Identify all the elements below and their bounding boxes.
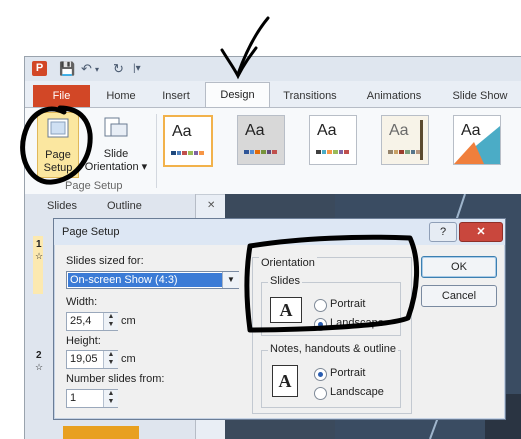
theme-accent-bar: [420, 120, 423, 160]
orientation-label: Orientation: [259, 257, 317, 269]
number-spin-icon[interactable]: ▲ ▼: [103, 390, 118, 407]
width-unit: cm: [121, 315, 136, 327]
slide-orientation-label-2: Orientation ▾: [84, 161, 148, 173]
theme-5[interactable]: Aa: [453, 115, 501, 165]
notes-landscape-radio[interactable]: [314, 387, 327, 400]
landscape-document-icon: A: [270, 297, 302, 323]
page-setup-button[interactable]: Page Setup: [37, 112, 79, 178]
theme-office[interactable]: Aa: [163, 115, 213, 167]
width-stepper[interactable]: 25,4 ▲ ▼: [66, 312, 118, 331]
undo-dropdown-icon[interactable]: ▾: [95, 65, 99, 74]
slide-2-star-icon: ☆: [35, 362, 44, 372]
theme-4[interactable]: Aa: [381, 115, 429, 165]
notes-portrait-label[interactable]: Portrait: [330, 367, 365, 379]
tab-file[interactable]: File: [33, 85, 90, 107]
pane-close-icon[interactable]: ✕: [207, 197, 215, 215]
portrait-document-icon: A: [272, 365, 298, 397]
theme-colors: [316, 150, 350, 154]
slide-orientation-icon: [104, 117, 128, 137]
ribbon-tabs: File Home Insert Design Transitions Anim…: [25, 81, 521, 108]
save-icon[interactable]: 💾: [59, 61, 75, 77]
dialog-titlebar: Page Setup ? ✕: [54, 219, 505, 245]
quick-access-toolbar: P 💾 ↶ ▾ ↻ |▾: [25, 57, 521, 81]
slides-sized-for-select[interactable]: On-screen Show (4:3) ▼: [66, 271, 239, 289]
notes-orientation-label: Notes, handouts & outline: [268, 343, 398, 355]
orientation-group: Orientation Slides A Portrait Landscape …: [252, 257, 412, 414]
theme-glyph: Aa: [461, 122, 481, 139]
slides-landscape-radio[interactable]: [314, 318, 327, 331]
slides-portrait-radio[interactable]: [314, 299, 327, 312]
slides-landscape-label[interactable]: Landscape: [330, 317, 384, 329]
height-stepper[interactable]: 19,05 ▲ ▼: [66, 350, 118, 369]
ok-button[interactable]: OK: [421, 256, 497, 278]
close-button[interactable]: ✕: [459, 222, 503, 242]
powerpoint-logo-icon: P: [32, 61, 47, 76]
height-unit: cm: [121, 353, 136, 365]
dialog-title: Page Setup: [62, 226, 120, 238]
slide-orientation-button[interactable]: Slide Orientation ▾: [83, 112, 149, 176]
number-slides-from-label: Number slides from:: [66, 373, 165, 385]
page-setup-group-label: Page Setup: [65, 180, 123, 192]
slide-2-thumbnail[interactable]: [63, 426, 139, 439]
tab-slides[interactable]: Slides: [47, 197, 77, 215]
theme-2[interactable]: Aa: [237, 115, 285, 165]
height-spin-icon[interactable]: ▲ ▼: [103, 351, 118, 368]
tab-insert[interactable]: Insert: [153, 85, 199, 107]
theme-glyph: Aa: [172, 123, 192, 140]
page-setup-icon: [47, 118, 69, 138]
theme-glyph: Aa: [245, 122, 265, 139]
page-setup-dialog: Page Setup ? ✕ Slides sized for: On-scre…: [53, 218, 506, 420]
slides-orientation-group: Slides A Portrait Landscape: [261, 275, 401, 336]
theme-colors: [244, 150, 278, 154]
chevron-down-icon[interactable]: ▼: [222, 272, 239, 288]
slides-portrait-label[interactable]: Portrait: [330, 298, 365, 310]
theme-3[interactable]: Aa: [309, 115, 357, 165]
cancel-button[interactable]: Cancel: [421, 285, 497, 307]
notes-orientation-group: Notes, handouts & outline A Portrait Lan…: [261, 343, 401, 408]
tab-transitions[interactable]: Transitions: [275, 85, 345, 107]
ribbon-divider: [156, 114, 157, 188]
theme-glyph: Aa: [317, 122, 337, 139]
slide-1-star-icon: ☆: [35, 251, 44, 261]
slide-orientation-label-1: Slide: [103, 148, 129, 160]
width-label: Width:: [66, 296, 98, 308]
number-slides-from-stepper[interactable]: 1 ▲ ▼: [66, 389, 118, 408]
height-label: Height:: [66, 335, 101, 347]
slides-sized-for-value: On-screen Show (4:3): [68, 273, 223, 287]
width-value: 25,4: [70, 315, 92, 327]
slides-sized-for-label: Slides sized for:: [66, 255, 144, 267]
width-spin-icon[interactable]: ▲ ▼: [103, 313, 118, 330]
theme-colors: [388, 150, 422, 154]
redo-icon[interactable]: ↻: [113, 61, 124, 77]
undo-icon[interactable]: ↶: [81, 61, 92, 77]
tab-slide-show[interactable]: Slide Show: [445, 85, 515, 107]
ribbon-design: Page Setup Slide Orientation ▾ Page Setu…: [25, 107, 521, 195]
help-button[interactable]: ?: [429, 222, 457, 242]
notes-portrait-radio[interactable]: [314, 368, 327, 381]
customize-qat-icon[interactable]: |▾: [133, 63, 141, 74]
notes-landscape-label[interactable]: Landscape: [330, 386, 384, 398]
page-setup-label-2: Setup: [43, 162, 73, 174]
tab-design[interactable]: Design: [205, 82, 270, 108]
tab-outline[interactable]: Outline: [107, 197, 142, 215]
slide-2-number[interactable]: 2: [36, 350, 42, 361]
theme-glyph: Aa: [389, 122, 409, 139]
tab-animations[interactable]: Animations: [359, 85, 429, 107]
number-slides-from-value: 1: [70, 392, 77, 404]
slides-orientation-label: Slides: [268, 275, 302, 287]
page-setup-label-1: Page: [45, 149, 71, 161]
tab-home[interactable]: Home: [99, 85, 143, 107]
slide-1-number[interactable]: 1: [36, 239, 42, 250]
height-value: 19,05: [70, 353, 98, 365]
theme-colors: [171, 151, 205, 155]
